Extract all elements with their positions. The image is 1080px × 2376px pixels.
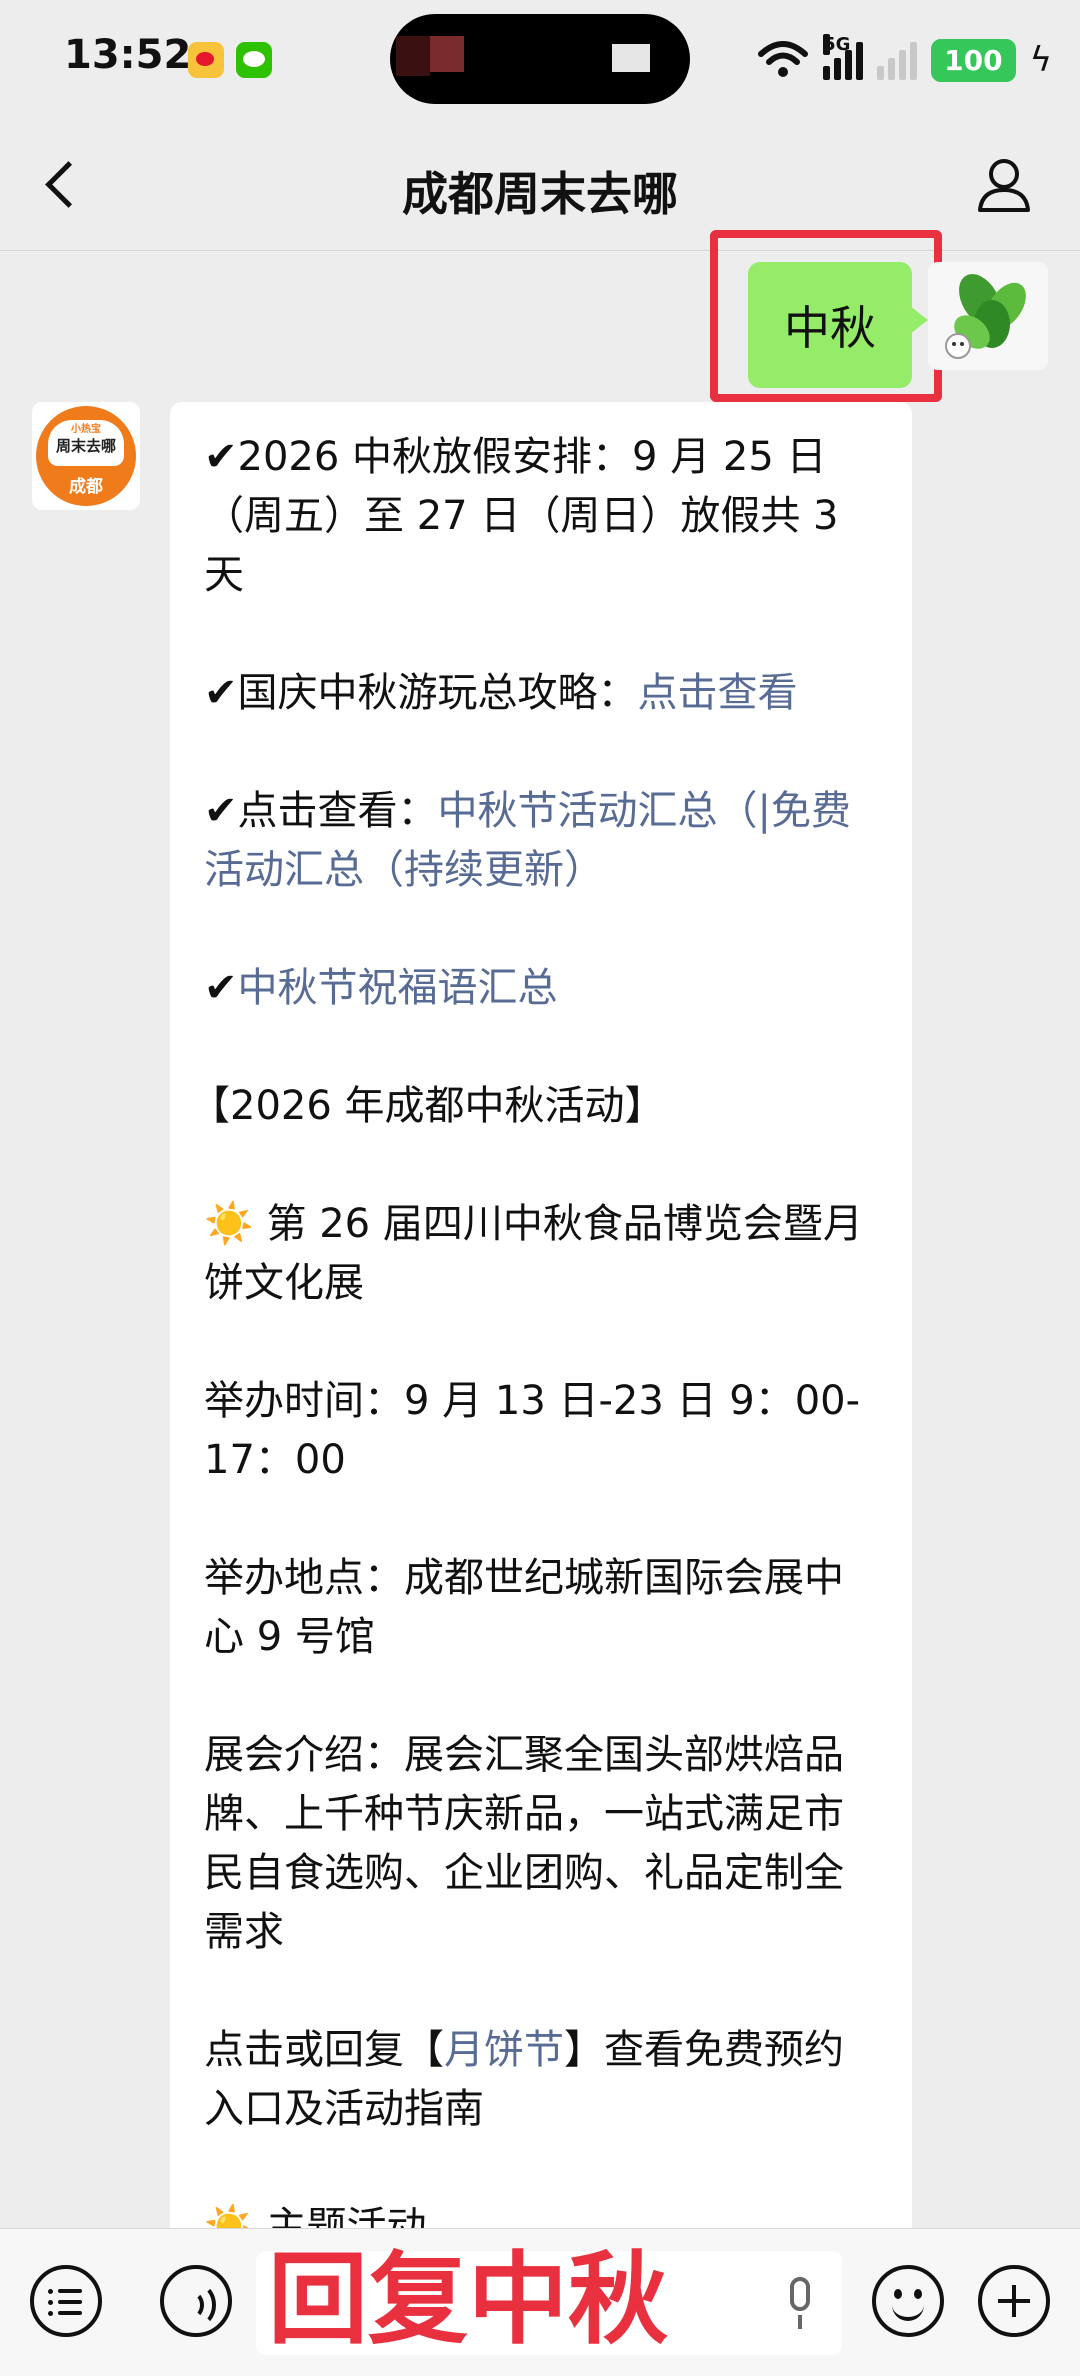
outgoing-message[interactable]: 中秋 — [748, 262, 928, 388]
list-menu-icon[interactable] — [30, 2265, 102, 2337]
network-label: 5G — [823, 34, 851, 55]
wifi-icon — [758, 41, 809, 77]
plus-icon[interactable] — [978, 2265, 1050, 2337]
status-icons: 5G 100 ϟ — [757, 34, 1052, 84]
strategy-link[interactable]: 点击查看 — [638, 670, 798, 716]
my-avatar[interactable] — [928, 262, 1048, 370]
section-title: 【2026 年成都中秋活动】 — [190, 1083, 665, 1129]
chat-screen: 13:52 5G 100 ϟ 成都周末去哪 中秋 小热宝 周末去哪 成都 ✔20… — [0, 0, 1080, 2376]
message-input[interactable]: 回复中秋 — [256, 2245, 842, 2355]
page-title: 成都周末去哪 — [402, 167, 678, 221]
emoji-icon[interactable] — [872, 2265, 944, 2337]
greetings-check: ✔ — [204, 965, 238, 1011]
event-time: 举办时间：9 月 13 日-23 日 9：00-17：00 — [204, 1378, 861, 1483]
account-logo: 小热宝 周末去哪 成都 — [36, 406, 136, 506]
weibo-icon — [188, 42, 224, 78]
account-avatar[interactable]: 小热宝 周末去哪 成都 — [32, 402, 140, 510]
holiday-schedule: ✔2026 中秋放假安排：9 月 25 日（周五）至 27 日（周日）放假共 3… — [204, 434, 839, 598]
incoming-bubble: ✔2026 中秋放假安排：9 月 25 日（周五）至 27 日（周日）放假共 3… — [170, 402, 912, 2376]
person-icon[interactable] — [972, 152, 1036, 216]
dynamic-island — [390, 14, 690, 104]
signal-icon: 5G — [823, 34, 864, 80]
voice-icon[interactable] — [160, 2265, 232, 2337]
status-time: 13:52 — [64, 32, 192, 78]
input-bar: 回复中秋 — [0, 2228, 1080, 2376]
input-hint: 回复中秋 — [268, 2241, 668, 2358]
wechat-icon — [236, 42, 272, 78]
event-title: ☀️ 第 26 届四川中秋食品博览会暨月饼文化展 — [204, 1201, 863, 1306]
event-place: 举办地点：成都世纪城新国际会展中心 9 号馆 — [204, 1555, 844, 1660]
strategy-label: ✔国庆中秋游玩总攻略： — [204, 670, 638, 716]
leaf-avatar-image — [945, 274, 1026, 359]
charging-icon: ϟ — [1029, 40, 1052, 80]
mooncake-link[interactable]: 月饼节 — [444, 2027, 564, 2073]
reply-prefix: 点击或回复【 — [204, 2027, 444, 2073]
microphone-icon[interactable] — [784, 2277, 816, 2331]
strategy-line: ✔国庆中秋游玩总攻略：点击查看 — [204, 664, 882, 723]
event-intro: 展会介绍：展会汇聚全国头部烘焙品牌、上千种节庆新品，一站式满足市民自食选购、企业… — [204, 1732, 844, 1955]
logo-top-text: 小热宝 — [71, 424, 101, 435]
activities-line: ✔点击查看：中秋节活动汇总（|免费活动汇总（持续更新） — [204, 782, 882, 900]
logo-city-text: 成都 — [69, 477, 103, 497]
battery-level: 100 — [931, 38, 1016, 82]
signal-icon-secondary — [877, 40, 918, 80]
reply-line: 点击或回复【月饼节】查看免费预约入口及活动指南 — [204, 2021, 882, 2139]
activities-label: ✔点击查看： — [204, 788, 438, 834]
status-bar: 13:52 5G 100 ϟ — [0, 0, 1080, 120]
outgoing-bubble[interactable]: 中秋 — [748, 262, 928, 388]
greetings-line: ✔中秋节祝福语汇总 — [204, 959, 882, 1018]
greetings-link[interactable]: 中秋节祝福语汇总 — [238, 965, 558, 1011]
logo-middle-text: 周末去哪 — [55, 437, 116, 455]
